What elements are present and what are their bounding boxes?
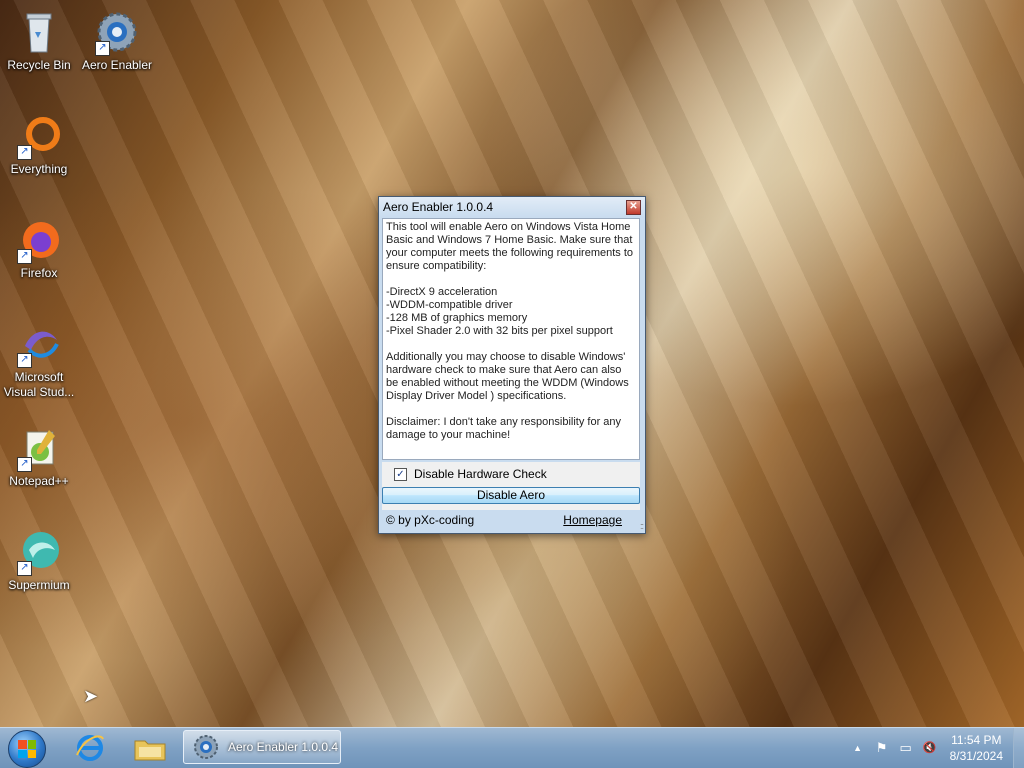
desktop-icon-firefox[interactable]: ↗ Firefox [1, 212, 77, 281]
description-textbox[interactable]: This tool will enable Aero on Windows Vi… [382, 218, 640, 460]
desktop-icon-aero-enabler[interactable]: ↗ Aero Enabler [79, 4, 155, 73]
status-bar: © by pXc-coding Homepage [382, 511, 640, 529]
firefox-icon: ↗ [15, 216, 63, 264]
taskbar-pin-internet-explorer[interactable] [64, 730, 116, 766]
requirement-item: -128 MB of graphics memory [386, 312, 528, 324]
supermium-icon: ↗ [15, 528, 63, 576]
copyright-text: © by pXc-coding [386, 513, 475, 527]
intro-text: This tool will enable Aero on Windows Vi… [386, 221, 634, 272]
window-title: Aero Enabler 1.0.0.4 [383, 200, 494, 214]
notepad-plus-plus-icon: ↗ [15, 424, 63, 472]
taskbar: Aero Enabler 1.0.0.4 ▲ ⚑ ▭ 🔇 11:54 PM 8/… [0, 727, 1024, 768]
checkbox-label: Disable Hardware Check [414, 467, 547, 481]
desktop-icon-recycle-bin[interactable]: Recycle Bin [1, 4, 77, 73]
system-tray: ▲ ⚑ ▭ 🔇 11:54 PM 8/31/2024 [846, 728, 1024, 768]
requirement-item: -Pixel Shader 2.0 with 32 bits per pixel… [386, 325, 613, 337]
shortcut-arrow-icon: ↗ [95, 41, 110, 56]
show-desktop-button[interactable] [1013, 728, 1024, 768]
shortcut-arrow-icon: ↗ [17, 353, 32, 368]
controls-panel: ✓ Disable Hardware Check Disable Aero [382, 462, 640, 510]
action-center-flag-icon[interactable]: ⚑ [874, 740, 890, 756]
disable-hardware-check-row[interactable]: ✓ Disable Hardware Check [394, 467, 547, 481]
window-titlebar[interactable]: Aero Enabler 1.0.0.4 ✕ [379, 197, 645, 217]
clock[interactable]: 11:54 PM 8/31/2024 [950, 732, 1003, 764]
show-hidden-icons-chevron-icon[interactable]: ▲ [850, 740, 866, 756]
shortcut-arrow-icon: ↗ [17, 145, 32, 160]
desktop-icon-everything[interactable]: ↗ Everything [1, 108, 77, 177]
internet-explorer-icon [76, 735, 104, 761]
requirement-item: -DirectX 9 acceleration [386, 286, 498, 298]
everything-icon: ↗ [15, 112, 63, 160]
close-button[interactable]: ✕ [626, 199, 641, 215]
desktop-icon-label: Everything [10, 162, 68, 176]
shortcut-arrow-icon: ↗ [17, 249, 32, 264]
aero-enabler-window: Aero Enabler 1.0.0.4 ✕ This tool will en… [378, 196, 646, 534]
gear-icon [194, 735, 218, 759]
desktop-icon-label: Microsoft Visual Stud... [3, 370, 75, 399]
start-button[interactable] [8, 730, 46, 768]
clock-date: 8/31/2024 [949, 749, 1003, 763]
desktop-icon-label: Firefox [20, 266, 58, 280]
visual-studio-icon: ↗ [15, 320, 63, 368]
windows-logo-icon [18, 740, 36, 758]
homepage-link[interactable]: Homepage [563, 513, 622, 527]
volume-muted-icon[interactable]: 🔇 [922, 740, 938, 756]
gear-icon: ↗ [93, 8, 141, 56]
desktop-icon-label: Recycle Bin [7, 58, 71, 72]
desktop-icon-label: Notepad++ [9, 474, 69, 488]
desktop-icon-supermium[interactable]: ↗ Supermium [1, 524, 77, 593]
taskbar-pin-file-explorer[interactable] [124, 730, 176, 766]
network-monitor-icon[interactable]: ▭ [898, 740, 914, 756]
requirement-item: -WDDM-compatible driver [386, 299, 513, 311]
taskbar-task-aero-enabler[interactable]: Aero Enabler 1.0.0.4 [183, 730, 341, 764]
disable-hardware-check-checkbox[interactable]: ✓ [394, 467, 407, 481]
clock-time: 11:54 PM [951, 733, 1002, 747]
recycle-bin-icon [15, 8, 63, 56]
shortcut-arrow-icon: ↗ [17, 457, 32, 472]
desktop-icon-notepad-plus-plus[interactable]: ↗ Notepad++ [1, 420, 77, 489]
additional-text: Additionally you may choose to disable W… [386, 351, 629, 402]
desktop-icon-visual-studio[interactable]: ↗ Microsoft Visual Stud... [1, 316, 77, 400]
resize-grip[interactable]: :: [640, 521, 644, 531]
disclaimer-text: Disclaimer: I don't take any responsibil… [386, 416, 622, 441]
folder-icon [134, 740, 166, 761]
desktop-icon-label: Supermium [8, 578, 70, 592]
desktop-icon-label: Aero Enabler [81, 58, 153, 72]
mouse-cursor-icon: ➤ [83, 686, 99, 706]
task-label: Aero Enabler 1.0.0.4 [228, 740, 339, 754]
disable-aero-button[interactable]: Disable Aero [382, 487, 640, 504]
shortcut-arrow-icon: ↗ [17, 561, 32, 576]
